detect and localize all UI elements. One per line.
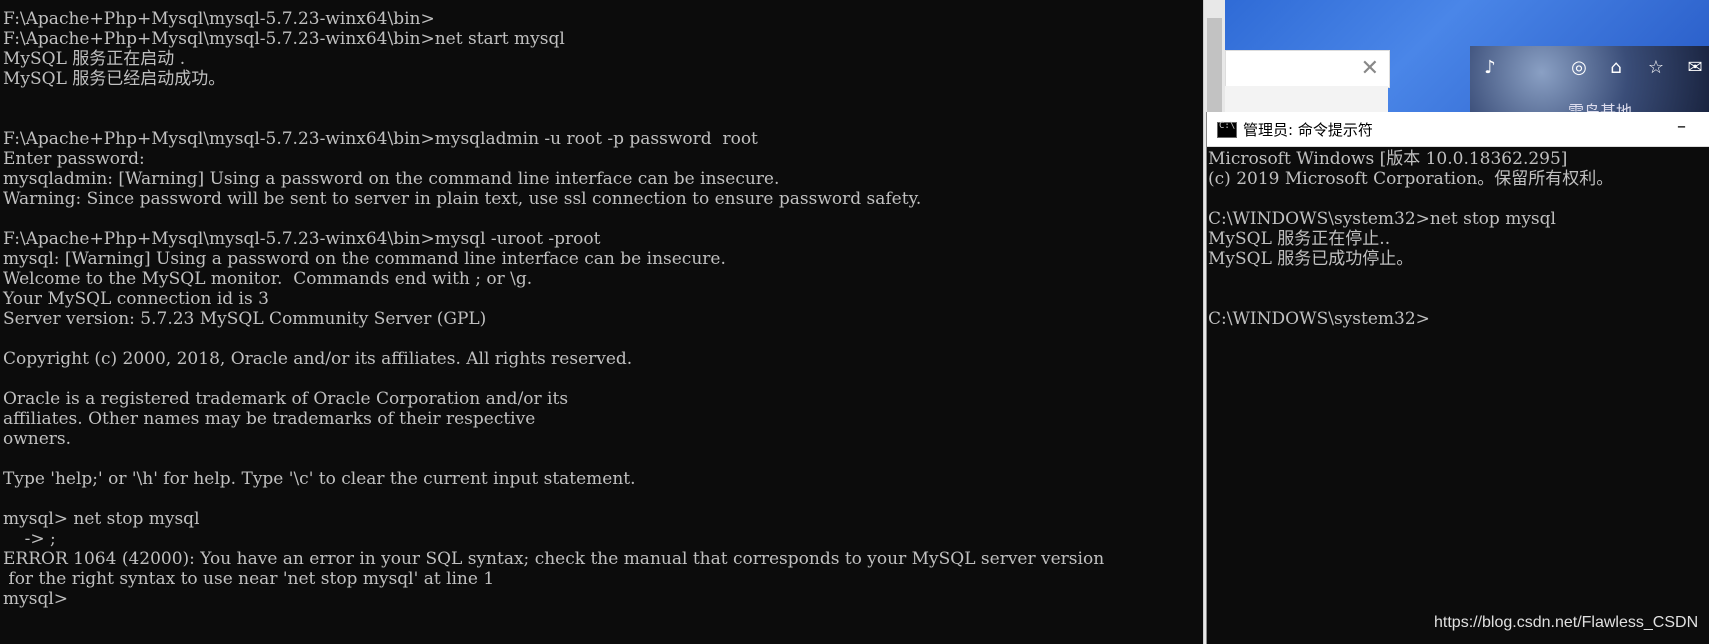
medal-icon[interactable]: ◎ xyxy=(1567,56,1591,80)
cmd-title: 管理员: 命令提示符 xyxy=(1243,121,1373,139)
cmd-console-output: Microsoft Windows [版本 10.0.18362.295] (c… xyxy=(1208,149,1614,329)
browser-panel: ✕ xyxy=(1225,50,1390,88)
left-console-output: F:\Apache+Php+Mysql\mysql-5.7.23-winx64\… xyxy=(3,9,1105,609)
watermark-url: https://blog.csdn.net/Flawless_CSDN xyxy=(1434,614,1699,631)
bell-icon[interactable]: ♪ xyxy=(1478,56,1502,80)
minimize-button[interactable]: – xyxy=(1677,116,1686,137)
star-icon[interactable]: ☆ xyxy=(1644,56,1668,80)
mail-icon[interactable]: ✉ xyxy=(1683,56,1707,80)
cmd-window[interactable]: C:\ 管理员: 命令提示符 – Microsoft Windows [版本 1… xyxy=(1206,112,1709,644)
scrollbar-thumb[interactable] xyxy=(1207,18,1222,113)
cmd-app-icon: C:\ xyxy=(1217,121,1237,138)
cmd-titlebar[interactable]: C:\ 管理员: 命令提示符 – xyxy=(1207,112,1709,147)
left-console-window[interactable]: F:\Apache+Php+Mysql\mysql-5.7.23-winx64\… xyxy=(0,0,1203,644)
close-icon[interactable]: ✕ xyxy=(1361,56,1379,81)
browser-panel-strip xyxy=(1225,86,1388,112)
cmd-icon-label: C:\ xyxy=(1219,121,1236,131)
shirt-icon[interactable]: ⌂ xyxy=(1604,56,1628,80)
